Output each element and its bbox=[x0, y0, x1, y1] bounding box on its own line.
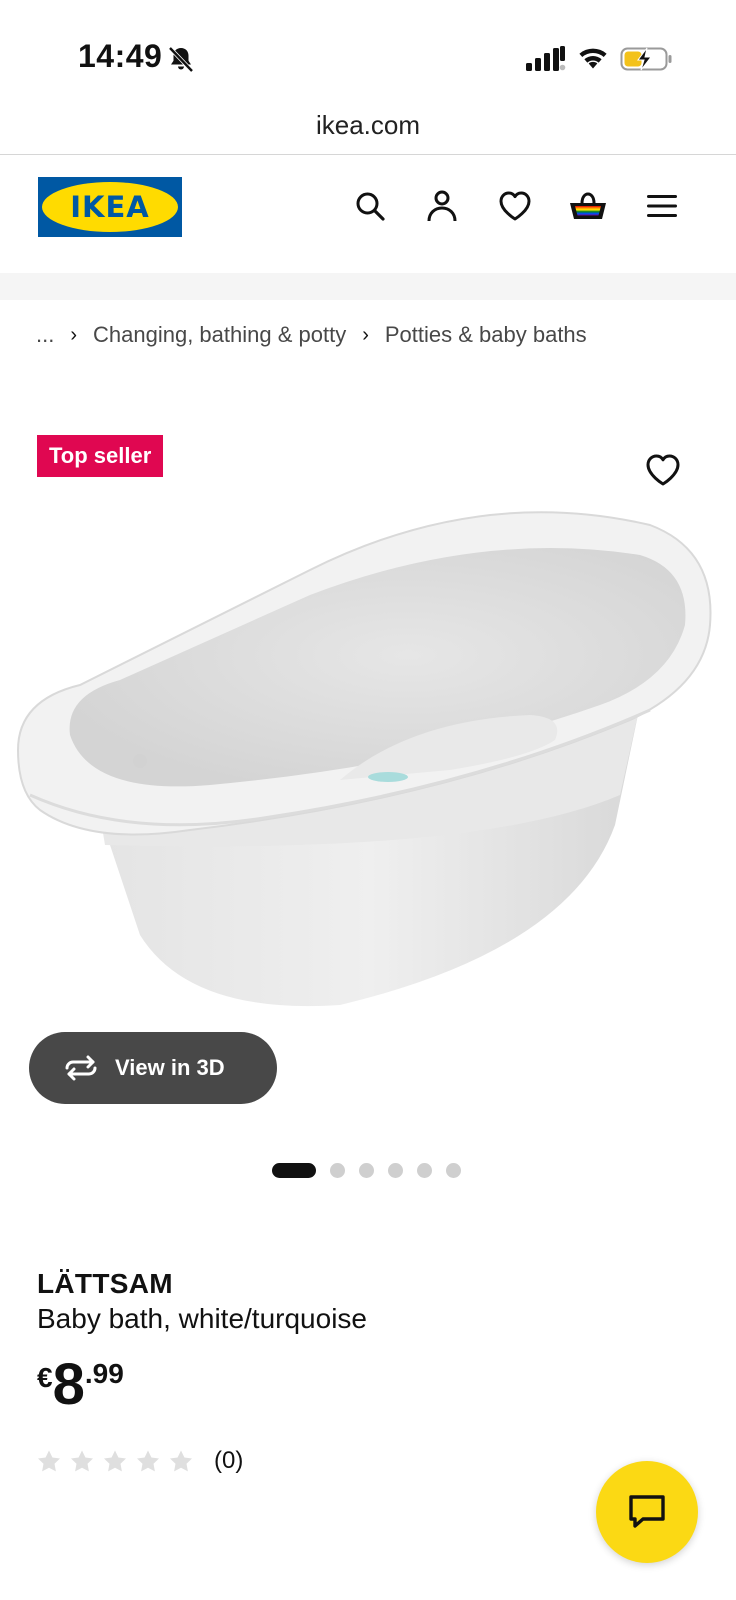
account-icon bbox=[427, 190, 457, 222]
view-in-3d-label: View in 3D bbox=[115, 1055, 225, 1080]
rating-count: (0) bbox=[214, 1447, 244, 1474]
search-button[interactable] bbox=[350, 186, 390, 226]
wishlist-button[interactable] bbox=[495, 186, 535, 226]
svg-text:®: ® bbox=[172, 193, 178, 200]
view-in-3d-button[interactable]: View in 3D bbox=[29, 1032, 277, 1104]
menu-button[interactable] bbox=[642, 186, 682, 226]
carousel-dot-2[interactable] bbox=[330, 1163, 345, 1178]
chevron-right-icon: › bbox=[70, 323, 78, 346]
search-icon bbox=[356, 192, 385, 221]
carousel-dot-5[interactable] bbox=[417, 1163, 432, 1178]
breadcrumb-ellipsis[interactable]: ... bbox=[36, 322, 54, 348]
chat-button[interactable] bbox=[596, 1461, 698, 1563]
carousel-dot-4[interactable] bbox=[388, 1163, 403, 1178]
price-currency: € bbox=[37, 1362, 53, 1393]
star-icon bbox=[137, 1450, 159, 1472]
product-description: Baby bath, white/turquoise bbox=[37, 1303, 367, 1334]
ikea-logo[interactable]: IKEA ® bbox=[38, 177, 182, 237]
battery-charging-icon bbox=[620, 47, 672, 71]
breadcrumb-item-changing[interactable]: Changing, bathing & potty bbox=[93, 322, 346, 348]
star-icon bbox=[71, 1450, 93, 1472]
product-image[interactable] bbox=[10, 495, 726, 1035]
chat-icon bbox=[629, 1495, 665, 1528]
heart-icon bbox=[499, 191, 531, 221]
section-separator bbox=[0, 273, 736, 300]
account-button[interactable] bbox=[422, 186, 462, 226]
price-integer: 8 bbox=[52, 1352, 85, 1417]
price: € 8 .99 bbox=[37, 1356, 124, 1414]
cart-button[interactable] bbox=[568, 186, 608, 226]
price-decimal: .99 bbox=[84, 1358, 124, 1389]
chevron-right-icon: › bbox=[362, 323, 369, 346]
breadcrumb: ... › Changing, bathing & potty › Pottie… bbox=[36, 322, 587, 348]
product-heart-icon[interactable] bbox=[644, 452, 682, 488]
menu-icon bbox=[647, 195, 677, 217]
carousel-dot-6[interactable] bbox=[446, 1163, 461, 1178]
top-seller-badge: Top seller bbox=[37, 435, 164, 477]
logo-text: IKEA bbox=[70, 190, 150, 224]
url-text[interactable]: ikea.com bbox=[0, 110, 736, 141]
star-icon bbox=[104, 1450, 126, 1472]
cellular-signal-icon bbox=[526, 46, 566, 71]
breadcrumb-item-potties[interactable]: Potties & baby baths bbox=[385, 322, 587, 348]
wifi-icon bbox=[579, 48, 607, 69]
bell-muted-icon bbox=[168, 46, 194, 73]
rating[interactable]: (0) bbox=[36, 1447, 243, 1475]
status-time: 14:49 bbox=[78, 38, 163, 74]
carousel-dot-1[interactable] bbox=[272, 1163, 316, 1178]
rotate-3d-icon bbox=[65, 1055, 97, 1081]
star-icon bbox=[38, 1450, 60, 1472]
cart-icon bbox=[570, 192, 606, 219]
product-name: LÄTTSAM bbox=[37, 1268, 173, 1299]
carousel-dot-3[interactable] bbox=[359, 1163, 374, 1178]
carousel-dots bbox=[272, 1163, 461, 1178]
star-icon bbox=[170, 1450, 192, 1472]
url-divider bbox=[0, 154, 736, 155]
